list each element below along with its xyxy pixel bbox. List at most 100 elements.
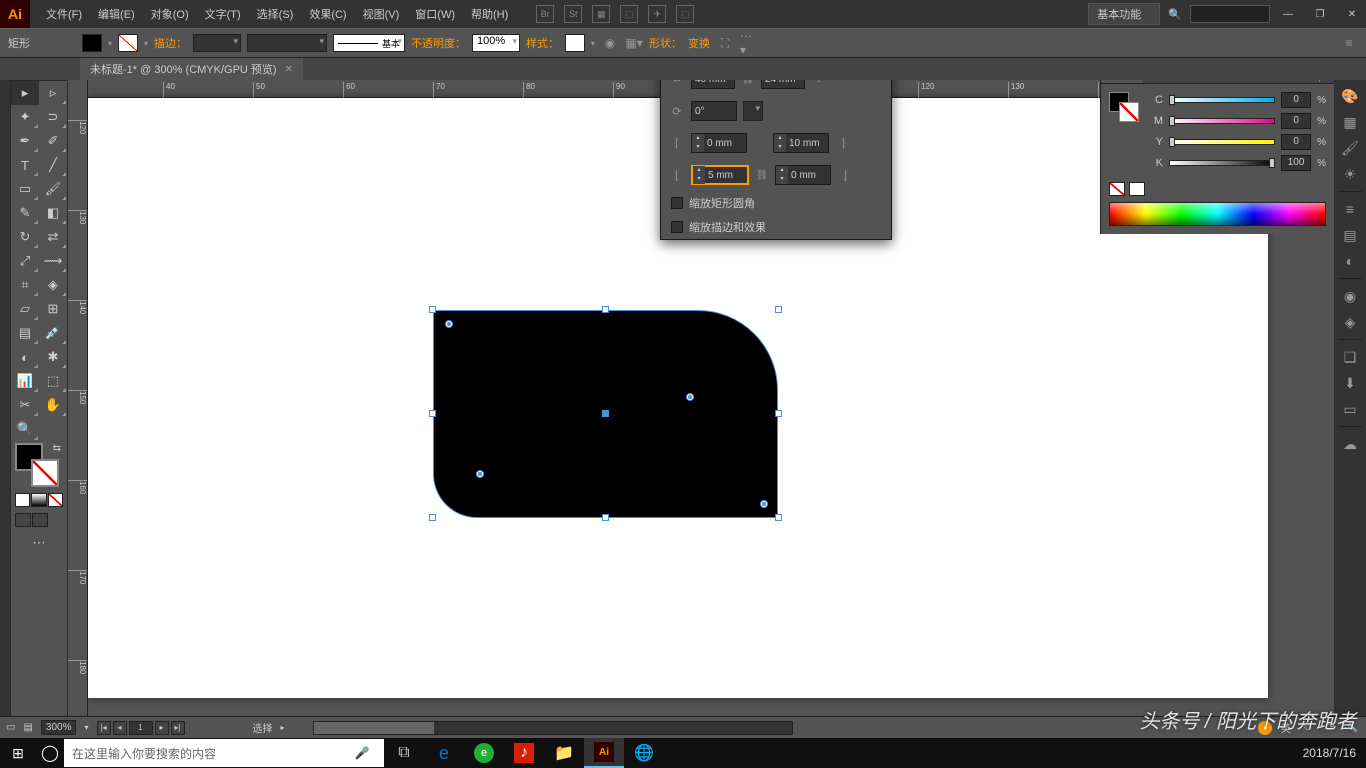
- recolor-icon[interactable]: ◉: [601, 34, 619, 52]
- taskbar-360[interactable]: e: [464, 738, 504, 768]
- column-graph-tool[interactable]: 📊: [11, 369, 39, 393]
- corner-bl-field[interactable]: ▴▾: [691, 165, 749, 185]
- start-button[interactable]: ⊞: [0, 738, 36, 768]
- curvature-tool[interactable]: ✐: [39, 129, 67, 153]
- paintbrush-tool[interactable]: 🖌: [39, 177, 67, 201]
- dock-symbols-icon[interactable]: ☀: [1338, 162, 1362, 186]
- dock-artboards-icon[interactable]: ▭: [1338, 397, 1362, 421]
- workspace-switcher[interactable]: 基本功能: [1088, 3, 1160, 25]
- dock-swatches-icon[interactable]: ▦: [1338, 110, 1362, 134]
- taskbar-edge[interactable]: e: [424, 738, 464, 768]
- type-tool[interactable]: T: [11, 153, 39, 177]
- y-value[interactable]: 0: [1281, 134, 1311, 150]
- scale-strokes-checkbox[interactable]: 缩放描边和效果: [661, 215, 891, 239]
- reflect-tool[interactable]: ⇄: [39, 225, 67, 249]
- sb-artboard-menu-icon[interactable]: ▤: [23, 722, 32, 733]
- dock-stroke-icon[interactable]: ≡: [1338, 197, 1362, 221]
- c-value[interactable]: 0: [1281, 92, 1311, 108]
- pen-tool[interactable]: ✒: [11, 129, 39, 153]
- menu-type[interactable]: 文字(T): [197, 6, 249, 22]
- close-button[interactable]: ✕: [1338, 4, 1366, 24]
- moon-icon[interactable]: ☾: [1300, 720, 1316, 736]
- dock-asset-export-icon[interactable]: ⬇: [1338, 371, 1362, 395]
- align-icon[interactable]: ▦▾: [625, 34, 643, 52]
- dock-libraries-icon[interactable]: ☁: [1338, 432, 1362, 456]
- task-view-icon[interactable]: ⧉: [384, 738, 424, 768]
- panel-none-swatch[interactable]: [1109, 182, 1125, 196]
- stroke-var-dropdown[interactable]: [247, 34, 327, 52]
- corner-tl-field[interactable]: ▴▾: [691, 133, 747, 153]
- search-input[interactable]: [1190, 5, 1270, 23]
- sel-handle-bl[interactable]: [429, 514, 436, 521]
- mic-icon[interactable]: 🎤: [348, 746, 376, 760]
- taskbar-app[interactable]: 🌐: [624, 738, 664, 768]
- menu-object[interactable]: 对象(O): [143, 6, 197, 22]
- m-slider[interactable]: [1169, 116, 1275, 126]
- opacity-label[interactable]: 不透明度：: [411, 35, 466, 51]
- doc-setup-icon[interactable]: ⬚: [620, 5, 638, 23]
- c-slider[interactable]: [1169, 95, 1275, 105]
- hand-tool[interactable]: ✋: [39, 393, 67, 417]
- sb-artboard-nav-icon[interactable]: ▭: [6, 722, 15, 733]
- menu-file[interactable]: 文件(F): [38, 6, 90, 22]
- scale-corners-checkbox[interactable]: 缩放矩形圆角: [661, 191, 891, 215]
- taskbar-date[interactable]: 2018/7/16: [1303, 746, 1356, 760]
- stroke-profile-dropdown[interactable]: 基本: [333, 34, 405, 52]
- slice-tool[interactable]: ✂: [11, 393, 39, 417]
- color-gradient[interactable]: [31, 493, 46, 507]
- line-tool[interactable]: ╱: [39, 153, 67, 177]
- dock-appearance-icon[interactable]: ◉: [1338, 284, 1362, 308]
- k-value[interactable]: 100: [1281, 155, 1311, 171]
- color-solid[interactable]: [15, 493, 30, 507]
- stock-icon[interactable]: St: [564, 5, 582, 23]
- menu-view[interactable]: 视图(V): [355, 6, 408, 22]
- maximize-button[interactable]: ❐: [1306, 4, 1334, 24]
- stroke-color-swatch[interactable]: [31, 459, 59, 487]
- shape-builder-tool[interactable]: ◈: [39, 273, 67, 297]
- eraser-tool[interactable]: ◧: [39, 201, 67, 225]
- nav-next[interactable]: ▸: [155, 721, 169, 735]
- dock-gradient-icon[interactable]: ▤: [1338, 223, 1362, 247]
- center-point[interactable]: [602, 410, 609, 417]
- transform-link[interactable]: 变换: [688, 35, 710, 51]
- panel-white-swatch[interactable]: [1129, 182, 1145, 196]
- cortana-icon[interactable]: ◯: [36, 743, 64, 763]
- tab-color-guide[interactable]: 颜色参考: [1143, 80, 1207, 83]
- width-field[interactable]: [691, 80, 735, 89]
- left-dock-strip[interactable]: [0, 80, 10, 738]
- corner-tr-field[interactable]: ▴▾: [773, 133, 829, 153]
- style-label[interactable]: 样式：: [526, 35, 559, 51]
- taskbar-illustrator[interactable]: Ai: [584, 738, 624, 768]
- stroke-weight-dropdown[interactable]: [193, 34, 241, 52]
- dock-color-icon[interactable]: 🎨: [1338, 84, 1362, 108]
- stroke-label[interactable]: 描边：: [154, 35, 187, 51]
- corner-widget-tr[interactable]: [686, 393, 694, 401]
- sel-handle-ml[interactable]: [429, 410, 436, 417]
- taskbar-netease[interactable]: ♪: [504, 738, 544, 768]
- dock-brushes-icon[interactable]: 🖌: [1338, 136, 1362, 160]
- arrange-icon[interactable]: ▦: [592, 5, 610, 23]
- panel-menu-icon[interactable]: ≡: [1340, 34, 1358, 52]
- scale-tool[interactable]: ⤢: [11, 249, 39, 273]
- nav-last[interactable]: ▸|: [171, 721, 185, 735]
- document-tab[interactable]: 未标题-1* @ 300% (CMYK/GPU 预览) ✕: [80, 58, 303, 80]
- gradient-tool[interactable]: ▤: [11, 321, 39, 345]
- zoom-level[interactable]: 300%: [41, 720, 77, 735]
- pencil-tool[interactable]: ✎: [11, 201, 39, 225]
- menu-effect[interactable]: 效果(C): [301, 6, 354, 22]
- prefs-icon[interactable]: ⬚: [676, 5, 694, 23]
- minimize-button[interactable]: —: [1274, 4, 1302, 24]
- sel-handle-br[interactable]: [775, 514, 782, 521]
- sel-handle-mr[interactable]: [775, 410, 782, 417]
- artboard-tool[interactable]: ⬚: [39, 369, 67, 393]
- gpu-icon[interactable]: ✈: [648, 5, 666, 23]
- sel-handle-tm[interactable]: [602, 306, 609, 313]
- canvas-area[interactable]: 40 50 60 70 80 90 100 110 120 130 140: [88, 80, 1366, 738]
- close-tab-icon[interactable]: ✕: [285, 64, 293, 75]
- sync-icon[interactable]: ⟳: [1322, 720, 1338, 736]
- link-corners-icon[interactable]: ⛓: [755, 165, 769, 185]
- link-wh-icon[interactable]: ⛓: [741, 80, 755, 89]
- opacity-dropdown[interactable]: 100%: [472, 34, 520, 52]
- ime-lang[interactable]: 英: [1278, 720, 1294, 736]
- menu-select[interactable]: 选择(S): [249, 6, 302, 22]
